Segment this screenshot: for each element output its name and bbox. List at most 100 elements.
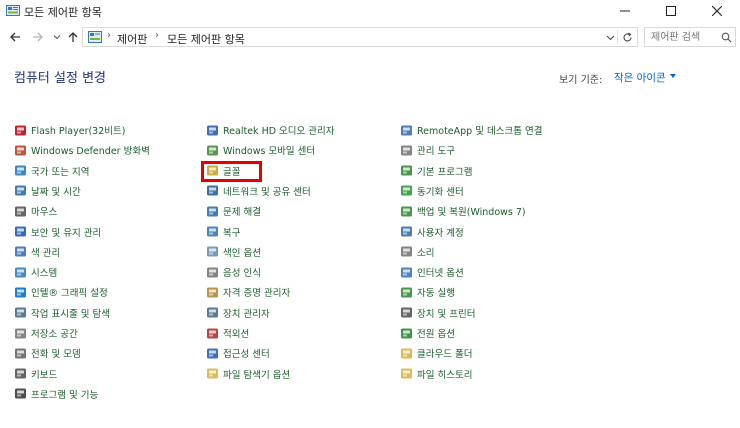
item-label: 장치 및 프린터 <box>417 308 476 320</box>
item-taskbar[interactable]: 작업 표시줄 및 탐색 <box>14 303 110 323</box>
item-label: Flash Player(32비트) <box>31 126 126 137</box>
address-dropdown-button[interactable] <box>603 30 617 44</box>
item-printer[interactable]: 장치 및 프린터 <box>400 303 475 323</box>
system-monitor-icon <box>14 266 27 279</box>
address-bar[interactable]: › 제어판 › 모든 제어판 항목 <box>82 27 638 47</box>
item-programs[interactable]: 프로그램 및 기능 <box>14 384 98 404</box>
troubleshoot-icon <box>206 205 219 218</box>
item-admin-tools[interactable]: 관리 도구 <box>400 140 455 160</box>
item-clock[interactable]: 날짜 및 시간 <box>14 181 81 201</box>
breadcrumb-all-items[interactable]: 모든 제어판 항목 <box>167 31 245 47</box>
item-troubleshoot[interactable]: 문제 해결 <box>206 201 261 221</box>
breadcrumb-control-panel[interactable]: 제어판 <box>117 31 147 47</box>
item-user-accounts[interactable]: 사용자 계정 <box>400 222 464 242</box>
item-label: 네트워크 및 공유 센터 <box>223 186 311 198</box>
close-button[interactable] <box>694 0 740 22</box>
item-label: Windows Defender 방화벽 <box>31 146 150 158</box>
item-flag[interactable]: 보안 및 유지 관리 <box>14 222 101 242</box>
item-label: 클라우드 폴더 <box>417 349 473 361</box>
printer-icon <box>400 306 413 319</box>
item-microphone[interactable]: 음성 인식 <box>206 262 261 282</box>
item-realtek[interactable]: Realtek HD 오디오 관리자 <box>206 120 335 140</box>
item-system-monitor[interactable]: 시스템 <box>14 262 57 282</box>
sync-icon <box>400 184 413 197</box>
globe-clock-icon <box>14 164 27 177</box>
item-phone[interactable]: 전화 및 모뎀 <box>14 343 81 363</box>
item-sync[interactable]: 동기화 센터 <box>400 181 464 201</box>
chevron-down-icon <box>606 35 614 40</box>
storage-icon <box>14 327 27 340</box>
item-label: 인터넷 옵션 <box>417 268 464 280</box>
item-label: 자동 실행 <box>417 288 455 300</box>
breadcrumb-separator: › <box>107 30 111 41</box>
intel-icon <box>14 286 27 299</box>
refresh-button[interactable] <box>617 30 634 44</box>
item-color-monitor[interactable]: 색 관리 <box>14 242 60 262</box>
forward-button[interactable] <box>29 28 47 46</box>
view-by-dropdown[interactable]: 작은 아이콘 <box>614 70 666 85</box>
item-internet-options[interactable]: 인터넷 옵션 <box>400 262 464 282</box>
item-power[interactable]: 전원 옵션 <box>400 323 455 343</box>
item-infrared[interactable]: 적외선 <box>206 323 249 343</box>
item-label: Windows 모바일 센터 <box>223 146 316 158</box>
item-label: 백업 및 복원(Windows 7) <box>417 207 526 219</box>
work-folders-icon <box>400 347 413 360</box>
item-network[interactable]: 네트워크 및 공유 센터 <box>206 181 311 201</box>
admin-tools-icon <box>400 144 413 157</box>
item-flash[interactable]: Flash Player(32비트) <box>14 120 125 140</box>
search-icon[interactable] <box>721 32 732 43</box>
item-device-manager[interactable]: 장치 관리자 <box>206 303 270 323</box>
realtek-icon <box>206 124 219 137</box>
remoteapp-icon <box>400 124 413 137</box>
item-backup[interactable]: 백업 및 복원(Windows 7) <box>400 201 526 221</box>
item-indexing[interactable]: 색인 옵션 <box>206 242 261 262</box>
item-intel[interactable]: 인텔® 그래픽 설정 <box>14 282 108 302</box>
window-title: 모든 제어판 항목 <box>24 6 102 19</box>
item-mouse[interactable]: 마우스 <box>14 201 57 221</box>
maximize-icon <box>666 6 676 16</box>
chevron-down-icon[interactable] <box>670 74 676 78</box>
arrow-right-icon <box>33 32 43 42</box>
phone-icon <box>14 347 27 360</box>
item-default-programs[interactable]: 기본 프로그램 <box>400 161 472 181</box>
item-keyboard[interactable]: 키보드 <box>14 364 57 384</box>
taskbar-icon <box>14 306 27 319</box>
item-storage[interactable]: 저장소 공간 <box>14 323 78 343</box>
item-autoplay[interactable]: 자동 실행 <box>400 282 455 302</box>
item-firewall[interactable]: Windows Defender 방화벽 <box>14 140 150 160</box>
item-accessibility[interactable]: 접근성 센터 <box>206 343 270 363</box>
chevron-down-icon <box>53 35 61 40</box>
highlight-box <box>201 161 262 182</box>
item-file-history[interactable]: 파일 히스토리 <box>400 364 472 384</box>
credential-icon <box>206 286 219 299</box>
item-folder-options[interactable]: 파일 탐색기 옵션 <box>206 364 290 384</box>
item-globe-clock[interactable]: 국가 또는 지역 <box>14 161 89 181</box>
arrow-up-icon <box>68 32 78 42</box>
control-panel-icon <box>6 5 20 16</box>
file-history-icon <box>400 367 413 380</box>
color-monitor-icon <box>14 245 27 258</box>
item-work-folders[interactable]: 클라우드 폴더 <box>400 343 472 363</box>
maximize-button[interactable] <box>648 0 694 22</box>
item-recovery[interactable]: 복구 <box>206 222 240 242</box>
accessibility-icon <box>206 347 219 360</box>
item-label: 마우스 <box>31 207 58 219</box>
item-remoteapp[interactable]: RemoteApp 및 데스크톱 연결 <box>400 120 542 140</box>
item-mobility[interactable]: Windows 모바일 센터 <box>206 140 315 160</box>
item-credential[interactable]: 자격 증명 관리자 <box>206 282 290 302</box>
item-label: 색 관리 <box>31 247 61 259</box>
item-label: 보안 및 유지 관리 <box>31 227 102 239</box>
item-label: RemoteApp 및 데스크톱 연결 <box>417 126 543 137</box>
mobility-icon <box>206 144 219 157</box>
programs-icon <box>14 387 27 400</box>
item-label: 작업 표시줄 및 탐색 <box>31 308 110 320</box>
item-speaker[interactable]: 소리 <box>400 242 434 262</box>
up-button[interactable] <box>64 28 82 46</box>
minimize-button[interactable] <box>602 0 648 22</box>
back-button[interactable] <box>6 28 24 46</box>
minimize-icon <box>620 10 630 12</box>
item-label: 동기화 센터 <box>417 186 464 198</box>
firewall-icon <box>14 144 27 157</box>
item-label: 날짜 및 시간 <box>31 186 81 198</box>
page-title: 컴퓨터 설정 변경 <box>14 71 106 86</box>
